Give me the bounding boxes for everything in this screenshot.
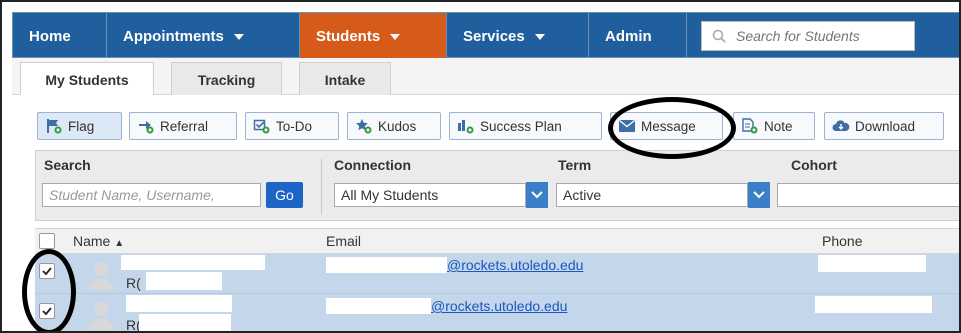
redacted-name — [126, 295, 232, 312]
redacted-name — [121, 255, 265, 270]
app-frame: Home Appointments Students Services Admi… — [0, 0, 961, 333]
student-search-box[interactable] — [701, 21, 915, 51]
success-plan-button[interactable]: Success Plan — [449, 112, 602, 140]
annotation-circle-message — [608, 97, 736, 159]
term-select[interactable]: Active — [556, 183, 748, 207]
phone-column-header[interactable]: Phone — [822, 233, 862, 249]
go-button[interactable]: Go — [266, 182, 303, 208]
connection-select-value: All My Students — [341, 187, 439, 203]
tab-intake-label: Intake — [324, 71, 366, 88]
flag-icon — [45, 118, 63, 134]
nav-services[interactable]: Services — [447, 13, 589, 59]
redacted-email-user — [326, 257, 447, 273]
table-row[interactable]: R( @rockets.utoledo.edu — [35, 294, 959, 331]
table-header: Name ▲ Email Phone — [35, 228, 959, 254]
divider — [321, 159, 322, 215]
nav-admin[interactable]: Admin — [589, 13, 687, 59]
go-button-label: Go — [275, 187, 294, 203]
tab-bar: My Students Tracking Intake — [12, 58, 959, 96]
kudos-button-label: Kudos — [378, 118, 417, 134]
checkbox-icon — [253, 118, 271, 134]
student-search-input[interactable] — [734, 27, 904, 45]
kudos-button[interactable]: Kudos — [347, 112, 441, 140]
note-icon — [741, 118, 759, 134]
avatar-icon — [88, 262, 114, 290]
note-button-label: Note — [764, 118, 793, 134]
download-button[interactable]: Download — [824, 112, 944, 140]
redacted-id — [146, 272, 222, 290]
top-nav: Home Appointments Students Services Admi… — [12, 12, 959, 59]
tab-intake[interactable]: Intake — [299, 62, 391, 96]
annotation-circle-checkboxes — [22, 249, 76, 331]
email-link[interactable]: @rockets.utoledo.edu — [447, 257, 583, 273]
referral-button-label: Referral — [160, 118, 209, 134]
cohort-label: Cohort — [791, 157, 837, 173]
student-name-search-placeholder: Student Name, Username, — [49, 187, 215, 203]
nav-services-label: Services — [463, 27, 525, 45]
tab-my-students-label: My Students — [45, 71, 129, 88]
term-dropdown-toggle[interactable] — [748, 182, 770, 208]
tab-tracking[interactable]: Tracking — [171, 62, 282, 96]
tab-tracking-label: Tracking — [197, 71, 256, 88]
referral-icon — [137, 118, 155, 134]
chevron-down-icon — [390, 34, 401, 40]
chevron-down-icon — [233, 34, 244, 40]
chevron-down-icon — [534, 34, 545, 40]
cloud-download-icon — [832, 119, 850, 133]
connection-label: Connection — [334, 157, 411, 173]
nav-students[interactable]: Students — [300, 13, 447, 59]
action-toolbar: Flag Referral To-Do Kudos Success Plan M… — [12, 95, 959, 143]
connection-select[interactable]: All My Students — [334, 183, 526, 207]
redacted-email-user — [326, 298, 431, 314]
table-row[interactable]: R( @rockets.utoledo.edu — [35, 254, 959, 294]
note-button[interactable]: Note — [733, 112, 815, 140]
todo-button[interactable]: To-Do — [245, 112, 339, 140]
term-label: Term — [558, 157, 592, 173]
avatar-icon — [88, 302, 114, 330]
referral-button[interactable]: Referral — [129, 112, 237, 140]
email-column-header[interactable]: Email — [326, 233, 361, 249]
star-icon — [355, 118, 373, 134]
student-name-search-field[interactable]: Student Name, Username, — [42, 183, 261, 207]
name-column-label: Name — [73, 233, 111, 249]
redacted-id — [139, 314, 231, 331]
nav-home-label: Home — [29, 27, 71, 45]
nav-appointments-label: Appointments — [123, 27, 224, 45]
success-plan-icon — [457, 118, 475, 134]
chevron-down-icon — [531, 191, 543, 199]
name-column-header[interactable]: Name ▲ — [73, 233, 124, 249]
nav-admin-label: Admin — [605, 27, 652, 45]
redacted-phone — [818, 255, 926, 272]
success-plan-button-label: Success Plan — [480, 118, 562, 134]
student-id: R( — [126, 275, 141, 291]
chevron-down-icon — [753, 191, 765, 199]
flag-button-label: Flag — [68, 118, 95, 134]
email-link[interactable]: @rockets.utoledo.edu — [431, 298, 567, 314]
todo-button-label: To-Do — [276, 118, 313, 134]
nav-home[interactable]: Home — [13, 13, 107, 59]
cohort-select[interactable] — [777, 183, 959, 207]
search-label: Search — [44, 157, 91, 173]
redacted-phone — [815, 296, 932, 313]
filter-panel: Search Student Name, Username, Go Connec… — [35, 150, 959, 221]
sort-asc-icon: ▲ — [114, 238, 125, 249]
connection-dropdown-toggle[interactable] — [526, 182, 548, 208]
select-all-checkbox[interactable] — [39, 233, 55, 249]
search-icon — [712, 29, 726, 43]
nav-students-label: Students — [316, 27, 381, 45]
nav-appointments[interactable]: Appointments — [107, 13, 300, 59]
tab-my-students[interactable]: My Students — [20, 62, 154, 96]
download-button-label: Download — [855, 118, 916, 134]
flag-button[interactable]: Flag — [37, 112, 122, 140]
term-select-value: Active — [563, 187, 602, 203]
